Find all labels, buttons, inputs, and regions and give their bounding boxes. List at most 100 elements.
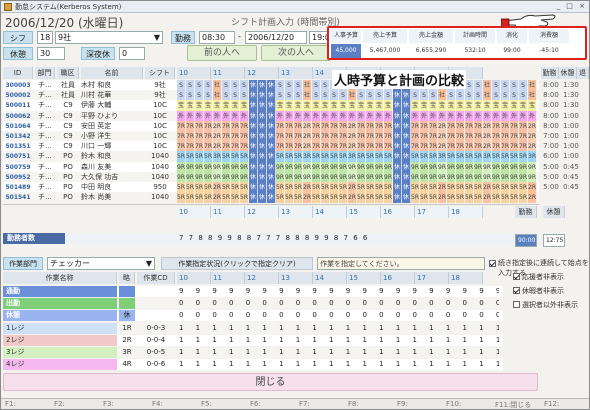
work-dept-select[interactable]: チェッカー ▼	[47, 257, 155, 270]
shift-slot[interactable]: 5R	[519, 192, 528, 204]
shift-slot[interactable]: 2R	[303, 192, 312, 204]
work-name: 休憩	[3, 310, 117, 322]
shift-slot[interactable]: 休	[249, 192, 258, 204]
work-row[interactable]: 2レジ 2R 0-0-4 1 1 1 1 1 1 1 1 1 1 1 1 1 1 1 …	[3, 334, 503, 346]
next-person-button[interactable]: 次の人へ	[261, 45, 331, 61]
night-rest-label: 深夜休	[81, 47, 115, 60]
function-key[interactable]: F11:閉じる	[495, 400, 531, 409]
hide-nonselected-checkbox[interactable]	[513, 301, 520, 308]
shift-slot[interactable]: 5R	[474, 192, 483, 204]
shift-slot[interactable]: 2R	[213, 192, 222, 204]
function-key[interactable]: F7:	[299, 400, 310, 408]
table-row[interactable]: 501541 チ... PO 鈴木 尚美 1040 5R 5R 5R 5R 2R 5R 5R 5R 休休休…	[3, 192, 539, 204]
function-key[interactable]: F2:	[54, 400, 65, 408]
budget-header: 売上予算	[363, 29, 407, 43]
shift-slot[interactable]: 5R	[204, 192, 213, 204]
budget-header: 人事予算	[331, 29, 361, 43]
shift-slot[interactable]: 5R	[465, 192, 474, 204]
shift-slot[interactable]: 5R	[357, 192, 366, 204]
shift-slot[interactable]: 2R	[348, 192, 357, 204]
shift-slot[interactable]: 5R	[456, 192, 465, 204]
budget-value: 532:10	[464, 47, 486, 54]
work-row[interactable]: 休憩休 0 0 0 0 0 0 0 0 0 0 0 0 0 0 0 0 0 0 0…	[3, 310, 503, 322]
budget-header: 売上金額	[409, 29, 453, 43]
shift-slot[interactable]: 5R	[321, 192, 330, 204]
hide-rest-checkbox[interactable]	[513, 287, 520, 294]
shift-slot[interactable]: 5R	[411, 192, 420, 204]
shift-slot[interactable]: 5R	[195, 192, 204, 204]
shift-slot[interactable]: 2R	[528, 192, 537, 204]
shift-slot[interactable]: 5R	[330, 192, 339, 204]
count-row: 勤務者数 7 7 8 8 9 9 8 8 7 7 7 8 8 8 9 9 8 7…	[3, 233, 539, 244]
shift-slot[interactable]: 5R	[312, 192, 321, 204]
function-key[interactable]: F12:	[544, 400, 559, 408]
close-button[interactable]: 閉じる	[3, 373, 538, 391]
continuous-input-checkbox[interactable]	[489, 260, 496, 267]
hour-header: 10	[177, 67, 211, 79]
shift-slot[interactable]: 5R	[384, 192, 393, 204]
shift-slot[interactable]: 休	[267, 192, 276, 204]
shift-slot[interactable]: 5R	[447, 192, 456, 204]
work-code: 0-0-5	[146, 348, 166, 356]
work-dept-label: 作業部門	[3, 257, 43, 270]
hour-header: 10	[177, 272, 211, 284]
row-id: 501541	[5, 194, 31, 202]
budget-value: -45:10	[539, 47, 559, 54]
work-code	[137, 310, 175, 321]
function-key[interactable]: F4:	[152, 400, 163, 408]
shift-slot[interactable]: 5R	[510, 192, 519, 204]
shift-grid[interactable]: 5R 5R 5R 5R 2R 5R 5R 5R 休休休 5R 5R 5R 2R 5R 5R 5R 5R 2R 5R 5…	[177, 192, 537, 204]
shift-slot[interactable]: 5R	[177, 192, 186, 204]
shift-select[interactable]: 9社 ▼	[55, 31, 163, 44]
shift-slot[interactable]: 5R	[501, 192, 510, 204]
shift-slot[interactable]: 5R	[186, 192, 195, 204]
shift-code-input[interactable]: 18	[37, 31, 53, 44]
prev-person-button[interactable]: 前の人へ	[187, 45, 257, 61]
work-row[interactable]: 1レジ 1R 0-0-3 1 1 1 1 1 1 1 1 1 1 1 1 1 1 1 …	[3, 322, 503, 334]
function-key[interactable]: F6:	[250, 400, 261, 408]
function-key[interactable]: F8:	[348, 400, 359, 408]
shift-slot[interactable]: 5R	[375, 192, 384, 204]
shift-slot[interactable]: 5R	[339, 192, 348, 204]
function-key[interactable]: F5:	[201, 400, 212, 408]
hide-applicant-checkbox[interactable]	[513, 273, 520, 280]
function-key[interactable]: F3:	[103, 400, 114, 408]
shift-slot[interactable]: 2R	[483, 192, 492, 204]
window-controls[interactable]: _ □ ×	[557, 2, 587, 10]
shift-slot[interactable]: 2R	[438, 192, 447, 204]
row-role: PO	[63, 193, 73, 202]
shift-slot[interactable]: 休	[258, 192, 267, 204]
shift-slot[interactable]: 5R	[222, 192, 231, 204]
chevron-down-icon: ▼	[145, 259, 152, 268]
hour-header: 13	[279, 67, 313, 79]
work-counts: 1 1 1 1 1 1 1 1 1 1 1 1 1 1 1 1 1 1 1 1 …	[179, 323, 499, 332]
shift-slot[interactable]: 5R	[276, 192, 285, 204]
work-row[interactable]: 通勤 9 9 9 9 9 9 9 9 9 9 9 9 9 9 9 9 9 9 9 …	[3, 286, 503, 297]
work-row[interactable]: 出勤 0 0 0 0 0 0 0 0 0 0 0 0 0 0 0 0 0 0 0 …	[3, 298, 503, 310]
night-rest-input[interactable]: 0	[119, 47, 145, 60]
assign-status-label[interactable]: 作業指定状況(クリックで指定クリア)	[161, 257, 313, 270]
main-window: 勤怠システム(Kerberos System) _ □ × 2006/12/20…	[0, 0, 590, 410]
work-row[interactable]: 3レジ 3R 0-0-5 1 1 1 1 1 1 1 1 1 1 1 1 1 1 1 …	[3, 347, 503, 358]
shift-slot[interactable]: 休	[402, 192, 411, 204]
column-header: シフト	[145, 67, 175, 79]
shift-slot[interactable]: 5R	[366, 192, 375, 204]
shift-slot[interactable]: 5R	[429, 192, 438, 204]
function-key[interactable]: F1:	[5, 400, 16, 408]
shift-slot[interactable]: 5R	[294, 192, 303, 204]
work-counts: 0 0 0 0 0 0 0 0 0 0 0 0 0 0 0 0 0 0 0 0 …	[179, 311, 499, 320]
time-from-input[interactable]: 08:30	[199, 31, 235, 44]
rest-input[interactable]: 30	[37, 47, 65, 60]
shift-slot[interactable]: 5R	[285, 192, 294, 204]
function-key[interactable]: F10:	[446, 400, 461, 408]
shift-slot[interactable]: 5R	[492, 192, 501, 204]
time-to-date-input[interactable]: 2006/12/20	[245, 31, 307, 44]
function-key[interactable]: F9:	[397, 400, 408, 408]
shift-slot[interactable]: 5R	[231, 192, 240, 204]
shift-slot[interactable]: 5R	[240, 192, 249, 204]
budget-header: 計画時間	[455, 29, 495, 43]
row-rest	[561, 192, 581, 203]
shift-slot[interactable]: 休	[393, 192, 402, 204]
work-row[interactable]: 4レジ 4R 0-0-6 1 1 1 1 1 1 1 1 1 1 1 1 1 1 1 …	[3, 359, 503, 371]
shift-slot[interactable]: 5R	[420, 192, 429, 204]
